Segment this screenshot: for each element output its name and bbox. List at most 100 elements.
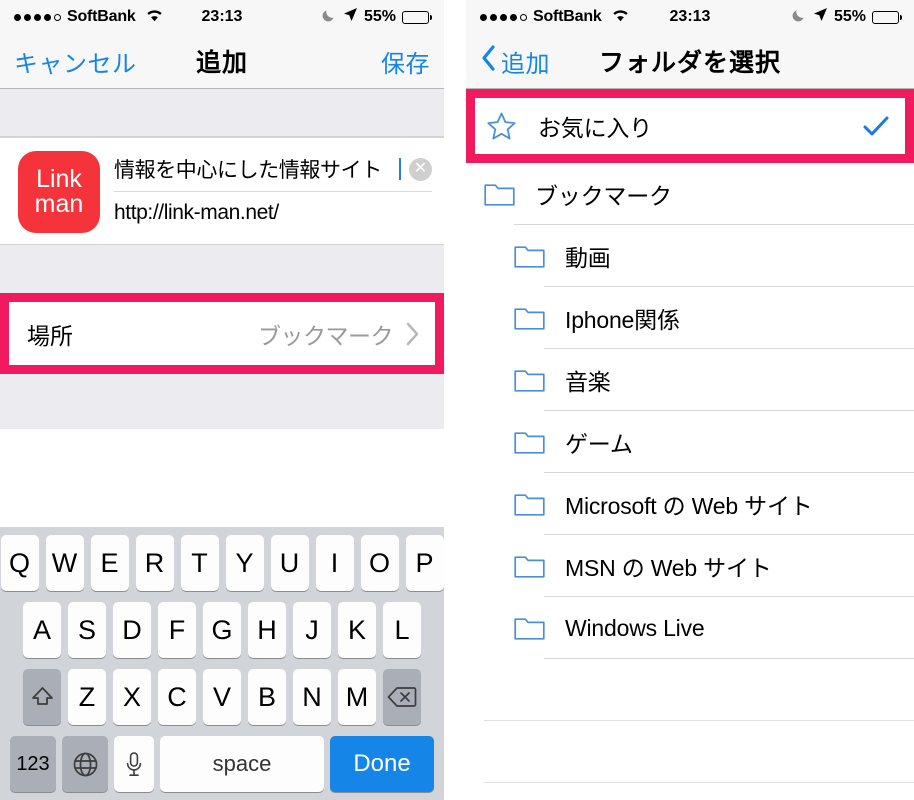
key-o[interactable]: O [360, 535, 399, 591]
battery-percent: 55% [833, 8, 866, 25]
folder-label: ブックマーク [535, 183, 672, 209]
battery-percent: 55% [363, 8, 396, 25]
location-value: ブックマーク [258, 322, 394, 349]
carrier-name: SoftBank [67, 8, 136, 25]
key-y[interactable]: Y [225, 535, 264, 591]
left-phone-screen: SoftBank 23:13 55% キャンセル 追加 保存 Link man … [0, 0, 444, 800]
folder-row-music[interactable]: 音楽 [466, 349, 914, 411]
location-row[interactable]: 場所 ブックマーク [9, 302, 435, 365]
key-l[interactable]: L [383, 602, 421, 658]
key-k[interactable]: K [338, 602, 376, 658]
folder-row-games[interactable]: ゲーム [466, 411, 914, 473]
folder-icon [514, 615, 545, 641]
status-bar-indicators: 55% [791, 7, 902, 28]
status-bar-indicators: 55% [321, 7, 432, 28]
key-f[interactable]: F [158, 602, 196, 658]
key-e[interactable]: E [90, 535, 129, 591]
folder-label: Iphone関係 [565, 307, 680, 333]
keyboard-row-4: 123 space Done [3, 736, 441, 792]
url-field-row[interactable]: http://link-man.net/ [114, 192, 432, 235]
folder-row-bookmarks[interactable]: ブックマーク [466, 163, 914, 225]
done-key[interactable]: Done [330, 736, 434, 792]
folder-label: MSN の Web サイト [565, 555, 772, 581]
key-c[interactable]: C [158, 669, 196, 725]
favicon-line-2: man [34, 190, 84, 218]
folder-label: ゲーム [565, 431, 633, 457]
location-arrow-icon [343, 7, 358, 27]
key-i[interactable]: I [315, 535, 354, 591]
folder-label: 動画 [565, 245, 611, 271]
numbers-key[interactable]: 123 [10, 736, 56, 792]
backspace-icon[interactable] [383, 669, 421, 725]
wifi-icon [611, 7, 630, 27]
folder-row-movies[interactable]: 動画 [466, 225, 914, 287]
back-button[interactable]: 追加 [480, 44, 550, 79]
key-v[interactable]: V [203, 669, 241, 725]
signal-strength-icon [480, 13, 527, 21]
key-x[interactable]: X [113, 669, 151, 725]
key-s[interactable]: S [68, 602, 106, 658]
text-caret [399, 158, 401, 181]
star-icon [485, 110, 518, 143]
bookmark-edit-card: Link man 情報を中心にした情報サイト ✕ http://link-man… [0, 137, 444, 245]
back-button-label: 追加 [501, 50, 550, 78]
folder-row-windows-live[interactable]: Windows Live [466, 597, 914, 659]
checkmark-icon [863, 115, 889, 137]
folder-label: お気に入り [538, 115, 653, 141]
key-q[interactable]: Q [0, 535, 39, 591]
key-b[interactable]: B [248, 669, 286, 725]
space-key[interactable]: space [160, 736, 324, 792]
site-favicon: Link man [18, 151, 100, 233]
moon-icon [321, 7, 337, 28]
moon-icon [791, 7, 807, 28]
folder-icon [514, 553, 545, 579]
folder-row-favorites[interactable]: お気に入り [475, 98, 905, 154]
title-field-row[interactable]: 情報を中心にした情報サイト ✕ [114, 148, 432, 192]
folder-icon [514, 305, 545, 331]
keyboard-row-3: Z X C V B N M [3, 669, 441, 725]
title-input[interactable]: 情報を中心にした情報サイト [114, 154, 398, 184]
folder-icon [484, 181, 515, 207]
key-m[interactable]: M [338, 669, 376, 725]
key-w[interactable]: W [45, 535, 84, 591]
folder-icon [514, 243, 545, 269]
section-gap-lower [0, 374, 444, 429]
clear-circle-icon[interactable]: ✕ [409, 157, 432, 181]
status-bar-carrier-group-right: SoftBank [480, 7, 630, 27]
key-j[interactable]: J [293, 602, 331, 658]
cancel-button[interactable]: キャンセル [14, 44, 137, 79]
shift-arrow-icon[interactable] [23, 669, 61, 725]
key-h[interactable]: H [248, 602, 286, 658]
top-gap-band [0, 89, 444, 137]
folder-row-iphone[interactable]: Iphone関係 [466, 287, 914, 349]
favicon-line-1: Link [36, 165, 82, 193]
key-p[interactable]: P [405, 535, 444, 591]
battery-icon [872, 10, 902, 24]
save-button[interactable]: 保存 [381, 44, 430, 79]
key-a[interactable]: A [23, 602, 61, 658]
key-z[interactable]: Z [68, 669, 106, 725]
key-g[interactable]: G [203, 602, 241, 658]
favorites-row-highlight: お気に入り [466, 89, 914, 163]
keyboard-row-1: Q W E R T Y U I O P [0, 535, 444, 591]
panel-gutter [444, 0, 466, 800]
empty-list-row [466, 659, 914, 721]
right-nav-bar: 追加 フォルダを選択 [466, 34, 914, 89]
chevron-right-icon [405, 321, 421, 347]
microphone-icon[interactable] [114, 736, 154, 792]
folder-icon [514, 491, 545, 517]
empty-list-row [466, 721, 914, 783]
folder-list: ブックマーク 動画 Iphone関係 音楽 ゲーム Microsoft の We… [466, 163, 914, 783]
location-arrow-icon [813, 7, 828, 27]
key-t[interactable]: T [180, 535, 219, 591]
folder-row-msn-websites[interactable]: MSN の Web サイト [466, 535, 914, 597]
url-input[interactable]: http://link-man.net/ [114, 201, 432, 225]
key-r[interactable]: R [135, 535, 174, 591]
key-d[interactable]: D [113, 602, 151, 658]
battery-icon [402, 10, 432, 24]
folder-row-microsoft-websites[interactable]: Microsoft の Web サイト [466, 473, 914, 535]
carrier-name: SoftBank [533, 8, 602, 25]
key-u[interactable]: U [270, 535, 309, 591]
key-n[interactable]: N [293, 669, 331, 725]
globe-icon[interactable] [62, 736, 108, 792]
